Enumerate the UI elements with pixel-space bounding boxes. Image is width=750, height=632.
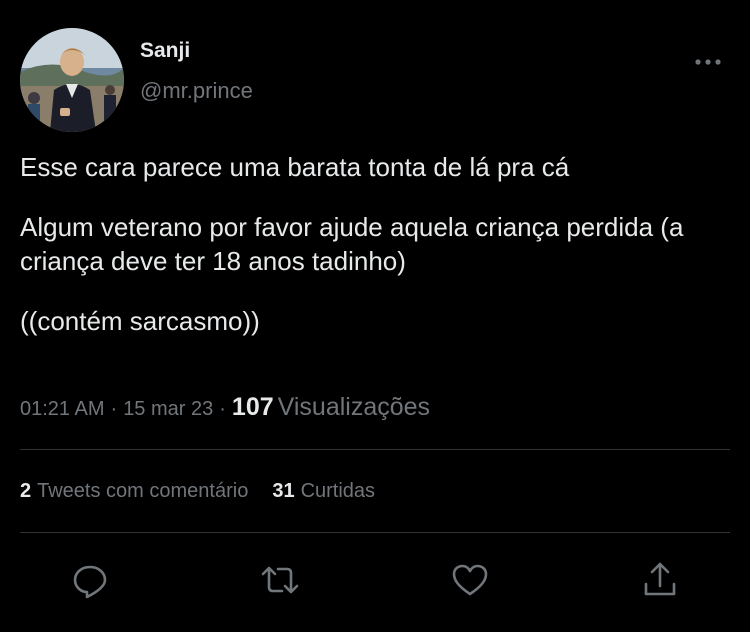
views-count: 107 <box>231 393 274 421</box>
separator: · <box>219 398 226 420</box>
engagement-stats: 2 Tweets com comentário 31 Curtidas <box>20 480 375 503</box>
tweet-line: Esse cara parece uma barata tonta de lá … <box>20 152 570 182</box>
tweet-time[interactable]: 01:21 AM <box>20 398 105 420</box>
more-options-icon[interactable] <box>694 56 722 68</box>
divider <box>20 449 730 450</box>
retweet-icon[interactable] <box>260 560 300 600</box>
avatar[interactable] <box>20 28 124 132</box>
quote-tweets-stat[interactable]: 2 Tweets com comentário <box>20 480 248 503</box>
user-handle[interactable]: @mr.prince <box>140 78 253 104</box>
share-icon[interactable] <box>640 560 680 600</box>
tweet-line: Algum veterano por favor ajude aquela cr… <box>20 212 684 276</box>
reply-icon[interactable] <box>70 560 110 600</box>
display-name[interactable]: Sanji <box>140 39 190 63</box>
divider <box>20 532 730 533</box>
separator: · <box>110 398 118 420</box>
avatar-photo-icon <box>20 28 124 132</box>
action-bar <box>0 560 750 604</box>
likes-count: 31 <box>272 480 295 502</box>
quote-tweets-label: Tweets com comentário <box>37 480 249 502</box>
views-label: Visualizações <box>277 393 431 421</box>
quote-tweets-count: 2 <box>20 480 32 502</box>
tweet-line: ((contém sarcasmo)) <box>20 306 260 336</box>
tweet-text: Esse cara parece uma barata tonta de lá … <box>20 150 720 364</box>
tweet-date[interactable]: 15 mar 23 <box>123 398 213 420</box>
likes-stat[interactable]: 31 Curtidas <box>272 480 375 503</box>
tweet-detail: Sanji @mr.prince Esse cara parece uma ba… <box>0 0 750 632</box>
likes-label: Curtidas <box>300 480 376 502</box>
like-icon[interactable] <box>450 560 490 600</box>
tweet-meta: 01:21 AM · 15 mar 23 · 107 Visualizações <box>20 393 430 422</box>
